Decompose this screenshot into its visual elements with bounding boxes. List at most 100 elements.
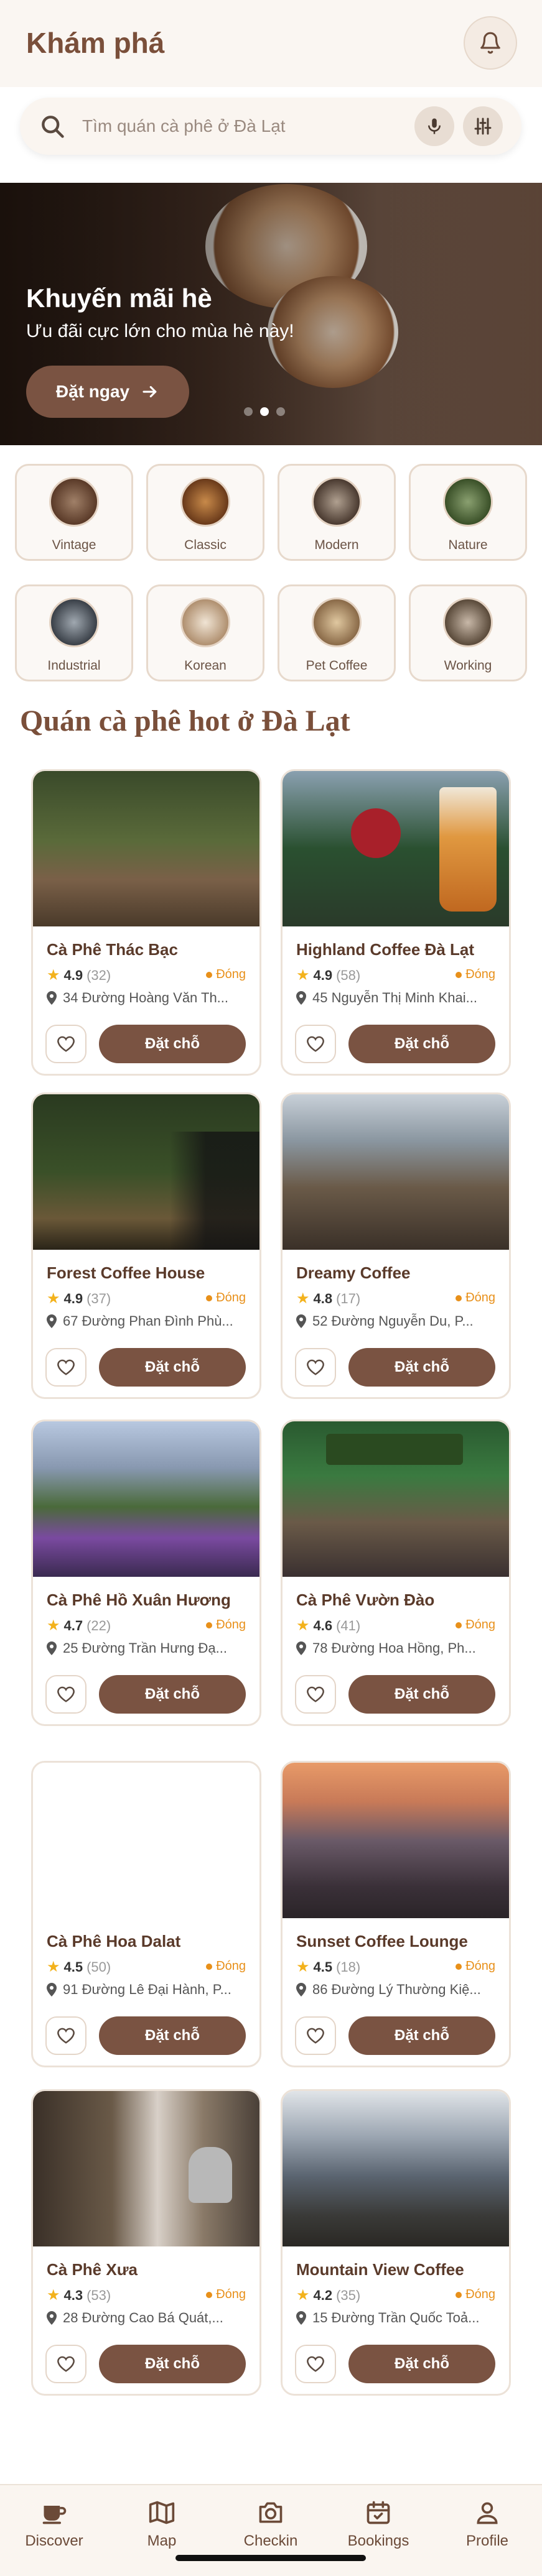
carousel-dot-active[interactable] <box>260 407 269 416</box>
favorite-button[interactable] <box>295 1675 336 1714</box>
book-button[interactable]: Đặt chỗ <box>99 2345 246 2383</box>
poster-overlay <box>170 1132 259 1250</box>
home-indicator[interactable] <box>175 2555 366 2561</box>
nav-discover[interactable]: Discover <box>11 2499 98 2550</box>
cafe-photo <box>283 1094 509 1250</box>
nav-bookings[interactable]: Bookings <box>335 2499 422 2550</box>
banner-subtitle: Ưu đãi cực lớn cho mùa hè này! <box>26 321 294 341</box>
favorite-button[interactable] <box>295 1348 336 1387</box>
star-icon: ★ <box>47 1290 60 1307</box>
status-dot <box>456 1963 462 1970</box>
cafe-rating: ★ 4.3 (53) <box>47 2287 111 2304</box>
carousel-dot[interactable] <box>276 407 285 416</box>
location-pin-icon <box>47 1983 57 1997</box>
user-icon <box>477 2502 498 2524</box>
cafe-card[interactable]: Dreamy Coffee ★ 4.8 (17) Đóng 52 Đường Ngu… <box>281 1092 511 1399</box>
status-badge: Đóng <box>456 1618 495 1632</box>
cafe-name: Forest Coffee House <box>47 1263 205 1282</box>
cafe-photo <box>283 1763 509 1918</box>
nav-checkin[interactable]: Checkin <box>227 2499 314 2550</box>
status-badge: Đóng <box>456 2287 495 2302</box>
category-classic[interactable]: Classic <box>146 464 264 561</box>
cafe-card[interactable]: Sunset Coffee Lounge ★ 4.5 (18) Đóng 86 Đư… <box>281 1761 511 2067</box>
heart-icon <box>57 2356 75 2372</box>
category-nature[interactable]: Nature <box>409 464 527 561</box>
arrow-right-icon <box>143 385 157 398</box>
cafe-name: Dreamy Coffee <box>296 1263 411 1282</box>
cafe-card[interactable]: Cà Phê Xưa ★ 4.3 (53) Đóng 28 Đường Cao Bá… <box>31 2089 261 2396</box>
favorite-button[interactable] <box>45 1348 86 1387</box>
category-image <box>312 598 362 647</box>
status-dot <box>206 2291 213 2298</box>
category-label: Modern <box>314 538 359 552</box>
search-bar[interactable] <box>20 98 521 155</box>
category-working[interactable]: Working <box>409 584 527 681</box>
cafe-card[interactable]: Highland Coffee Đà Lạt ★ 4.9 (58) Đóng 45 … <box>281 769 511 1076</box>
cafe-photo <box>283 1421 509 1577</box>
category-korean[interactable]: Korean <box>146 584 264 681</box>
carousel-dot[interactable] <box>244 407 253 416</box>
category-modern[interactable]: Modern <box>278 464 396 561</box>
category-vintage[interactable]: Vintage <box>15 464 133 561</box>
nav-profile[interactable]: Profile <box>444 2499 531 2550</box>
cafe-photo-placeholder <box>33 1763 259 1918</box>
favorite-button[interactable] <box>295 2016 336 2055</box>
status-badge: Đóng <box>206 1291 246 1305</box>
category-industrial[interactable]: Industrial <box>15 584 133 681</box>
book-now-label: Đặt ngay <box>55 382 130 401</box>
favorite-button[interactable] <box>45 2345 86 2383</box>
book-button[interactable]: Đặt chỗ <box>348 1025 495 1063</box>
cafe-photo <box>33 2091 259 2246</box>
favorite-button[interactable] <box>295 1025 336 1063</box>
category-label: Working <box>444 658 492 673</box>
cafe-card[interactable]: Cà Phê Thác Bạc ★ 4.9 (32) Đóng 34 Đường H… <box>31 769 261 1076</box>
highlands-logo <box>351 808 401 858</box>
category-label: Korean <box>184 658 227 673</box>
cafe-card[interactable]: Mountain View Coffee ★ 4.2 (35) Đóng 15 Đư… <box>281 2089 511 2396</box>
book-button[interactable]: Đặt chỗ <box>99 2016 246 2055</box>
cafe-rating: ★ 4.7 (22) <box>47 1617 111 1634</box>
cafe-card[interactable]: Cà Phê Vườn Đào ★ 4.6 (41) Đóng 78 Đường H… <box>281 1420 511 1726</box>
book-button[interactable]: Đặt chỗ <box>348 2345 495 2383</box>
carousel-indicator <box>244 407 285 416</box>
book-button[interactable]: Đặt chỗ <box>99 1025 246 1063</box>
book-button[interactable]: Đặt chỗ <box>348 1348 495 1387</box>
book-now-button[interactable]: Đặt ngay <box>26 366 189 418</box>
favorite-button[interactable] <box>295 2345 336 2383</box>
status-dot <box>456 1295 462 1301</box>
favorite-button[interactable] <box>45 1675 86 1714</box>
bell-icon <box>480 32 500 54</box>
calendar-check-icon <box>367 2501 390 2524</box>
location-pin-icon <box>296 2311 306 2325</box>
status-dot <box>206 971 213 978</box>
nav-map[interactable]: Map <box>118 2499 205 2550</box>
page-title: Khám phá <box>26 27 165 59</box>
cafe-card[interactable]: Forest Coffee House ★ 4.9 (37) Đóng 67 Đườ… <box>31 1092 261 1399</box>
cafe-card[interactable]: Cà Phê Hoa Dalat ★ 4.5 (50) Đóng 91 Đường … <box>31 1761 261 2067</box>
drink-cup <box>439 787 497 912</box>
status-badge: Đóng <box>456 1959 495 1974</box>
promo-banner[interactable]: Khuyến mãi hè Ưu đãi cực lớn cho mùa hè … <box>0 183 542 445</box>
status-badge: Đóng <box>456 967 495 982</box>
category-pet-coffee[interactable]: Pet Coffee <box>278 584 396 681</box>
book-button[interactable]: Đặt chỗ <box>348 2016 495 2055</box>
filter-button[interactable] <box>463 106 503 146</box>
status-badge: Đóng <box>206 1959 246 1974</box>
book-button[interactable]: Đặt chỗ <box>99 1348 246 1387</box>
cafe-rating: ★ 4.5 (50) <box>47 1959 111 1975</box>
cafe-photo <box>33 771 259 926</box>
voice-search-button[interactable] <box>414 106 454 146</box>
notifications-button[interactable] <box>464 16 517 70</box>
cafe-photo <box>33 1421 259 1577</box>
status-badge: Đóng <box>206 2287 246 2302</box>
star-icon: ★ <box>296 1617 310 1634</box>
cafe-address: 78 Đường Hoa Hồng, Ph... <box>296 1640 499 1656</box>
category-image <box>180 598 230 647</box>
book-button[interactable]: Đặt chỗ <box>348 1675 495 1714</box>
search-input[interactable] <box>82 110 393 142</box>
nav-label: Bookings <box>347 2532 409 2549</box>
favorite-button[interactable] <box>45 1025 86 1063</box>
cafe-card[interactable]: Cà Phê Hồ Xuân Hương ★ 4.7 (22) Đóng 25 Đư… <box>31 1420 261 1726</box>
book-button[interactable]: Đặt chỗ <box>99 1675 246 1714</box>
favorite-button[interactable] <box>45 2016 86 2055</box>
